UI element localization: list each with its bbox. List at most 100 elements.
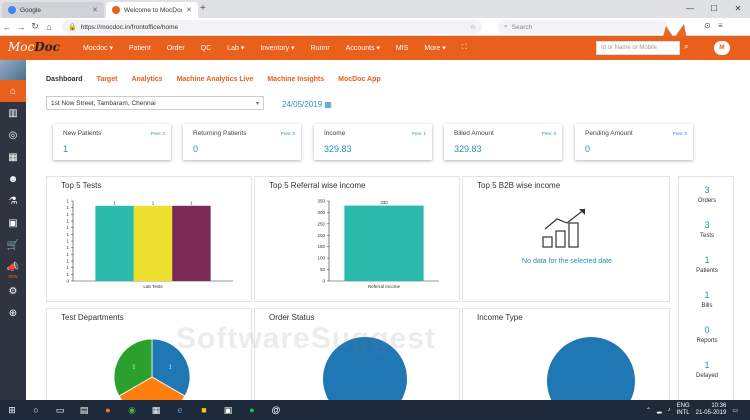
extension-icon[interactable]: ⊙ [704,21,711,30]
stat-prev: Prev: 0 [541,131,556,136]
tab-analytics[interactable]: Analytics [131,76,162,83]
main-menu: Mocdoc ▾ Patient Order QC Lab ▾ Inventor… [75,36,475,60]
y-tick-label: 1 [66,245,69,250]
bar-data-label: 1 [190,200,193,205]
b2b-empty-message: No data for the selected date [522,258,612,265]
firefox-icon[interactable]: ● [102,404,114,416]
support-icon[interactable]: ⊕ [0,302,26,324]
menu-patient[interactable]: Patient [121,45,159,52]
notifications-icon[interactable]: ▭ [732,407,738,414]
patient-search-input[interactable]: Id or Name or Mobile [596,41,680,55]
stat-prev: Prev: 1 [411,131,426,136]
clock-date: 21-05-2019 [695,410,727,416]
flask-icon[interactable]: ⚗ [0,190,26,212]
reload-icon[interactable]: ↻ [28,21,42,32]
users-icon[interactable]: ☻ [0,168,26,190]
task-view-icon[interactable]: ▭ [54,404,66,416]
close-tab-icon[interactable]: ✕ [186,6,192,14]
browser-tab-mocdoc[interactable]: Welcome to MocDoc.com - One Sto ✕ [106,2,198,18]
bar-data-label: 330 [380,200,388,205]
store-icon[interactable]: ▦ [150,404,162,416]
image-icon[interactable]: ▣ [0,212,26,234]
summary-patients[interactable]: 1 Patients [679,255,735,274]
menu-lab[interactable]: Lab ▾ [219,44,252,52]
summary-value: 3 [704,220,710,230]
menu-mis[interactable]: MIS [388,45,416,52]
close-tab-icon[interactable]: ✕ [92,6,98,14]
summary-bills[interactable]: 1 Bills [679,290,735,309]
summary-reports[interactable]: 0 Reports [679,325,735,344]
summary-orders[interactable]: 3 Orders [679,185,735,204]
forward-icon[interactable]: → [14,22,28,32]
clock[interactable]: 10:36 21-05-2019 [696,403,727,417]
target-icon[interactable]: ◎ [0,124,26,146]
home-icon[interactable]: ⌂ [0,80,26,102]
sticky-notes-icon[interactable]: ■ [198,404,210,416]
cart-icon[interactable]: 🛒 [0,234,26,256]
fullscreen-icon[interactable]: ⛶ [454,44,475,52]
summary-value: 1 [704,290,710,300]
calendar-icon[interactable]: ▦ [0,146,26,168]
menu-qc[interactable]: QC [193,45,220,52]
tab-machine-insights[interactable]: Machine Insights [267,76,324,83]
mocdoc-logo[interactable]: MocDoc [8,40,60,54]
volume-icon[interactable]: ♪ [668,407,671,413]
location-select[interactable]: 1st Now Street, Tambaram, Chennai ▾ [46,96,264,110]
date-picker[interactable]: 24/05/2019 ▦ [282,100,332,109]
input-language[interactable]: ENG INTL [677,403,690,417]
summary-value: 1 [704,255,710,265]
new-tab-icon[interactable]: + [200,3,206,14]
stat-label: Billed Amount [454,130,494,137]
menu-runnr[interactable]: Runnr [303,45,338,52]
edge-icon[interactable]: e [174,404,186,416]
summary-value: 1 [704,360,710,370]
maximize-icon[interactable]: ☐ [702,0,726,18]
tray-chevron-icon[interactable]: ⌃ [646,407,651,414]
summary-tests[interactable]: 3 Tests [679,220,735,239]
logo-text: Moc [8,40,35,54]
settings-icon[interactable]: ⚙ [0,280,26,302]
stat-value: 1 [63,144,69,154]
close-window-icon[interactable]: ✕ [726,0,750,18]
app-icon[interactable]: @ [270,404,282,416]
summary-label: Patients [696,268,718,274]
user-avatar[interactable]: M [714,41,730,55]
stat-label: New Patients [63,130,102,137]
growth-chart-icon [542,208,586,248]
minimize-icon[interactable]: — [678,0,702,18]
chrome-icon[interactable]: ◉ [126,404,138,416]
search-button-icon[interactable]: ⌕ [684,42,688,52]
google-favicon-icon [8,6,16,14]
menu-inventory[interactable]: Inventory ▾ [252,44,302,52]
url-bar[interactable]: 🔒 https://mocdoc.in/frontoffice/home ☆ [62,20,482,34]
tab-dashboard[interactable]: Dashboard [46,76,83,83]
menu-more[interactable]: More ▾ [416,44,453,52]
stat-value: 329.83 [454,144,482,154]
tab-mocdoc-app[interactable]: MocDoc App [338,76,381,83]
tab-target[interactable]: Target [97,76,118,83]
menu-accounts[interactable]: Accounts ▾ [338,44,388,52]
stat-card-income: Income Prev: 1 329.83 [314,124,432,160]
menu-mocdoc[interactable]: Mocdoc ▾ [75,44,121,52]
summary-label: Orders [697,198,717,204]
network-icon[interactable]: ▂ [657,407,662,414]
stat-value: 0 [585,144,591,154]
tab-machine-analytics-live[interactable]: Machine Analytics Live [177,76,254,83]
menu-icon[interactable]: ≡ [718,21,723,30]
home-icon[interactable]: ⌂ [42,22,56,32]
panel-top-tests: Top 5 Tests 1 1 1 1 1 1 1 1 1 1 1 1 0 1 1 1 Lab Tests [46,176,252,302]
summary-delayed[interactable]: 1 Delayed [679,360,735,379]
y-tick-label: 100 [317,256,325,261]
bar-chart-icon[interactable]: ▥ [0,102,26,124]
order-status-pie-chart: 3 [323,337,407,400]
spotify-icon[interactable]: ● [246,404,258,416]
bookmark-star-icon[interactable]: ☆ [470,23,476,31]
windows-start-icon[interactable]: ⊞ [6,404,18,416]
browser-tab-google[interactable]: Google ✕ [2,2,104,18]
summary-label: Reports [696,338,718,344]
app-icon[interactable]: ▣ [222,404,234,416]
file-explorer-icon[interactable]: ▤ [78,404,90,416]
search-icon[interactable]: ○ [30,404,42,416]
menu-order[interactable]: Order [159,45,193,52]
back-icon[interactable]: ← [0,22,14,32]
